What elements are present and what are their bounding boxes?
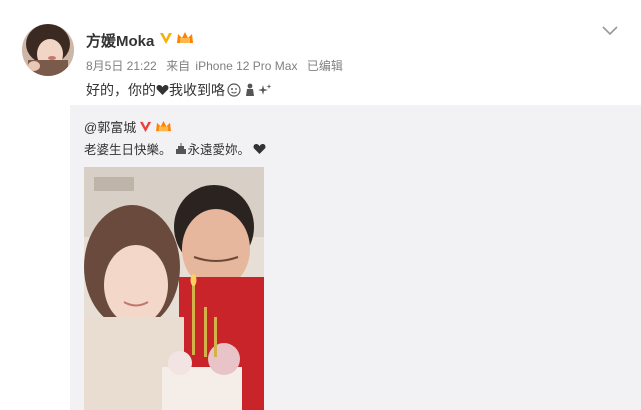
repost-author-line: @郭富城	[84, 117, 172, 136]
post-meta: 8月5日 21:22 来自 iPhone 12 Pro Max 已编辑	[86, 57, 349, 74]
heart-icon	[156, 85, 169, 95]
cake-icon	[175, 143, 186, 154]
wink-emoji-icon	[227, 83, 241, 97]
heart-icon	[253, 143, 266, 154]
post-timestamp[interactable]: 8月5日 21:22	[86, 59, 157, 73]
post-text: 好的，你的 我收到咯	[86, 80, 272, 100]
crown-vip-icon[interactable]	[176, 31, 194, 45]
chevron-down-icon[interactable]	[602, 26, 618, 36]
cake-photo	[84, 167, 264, 410]
repost-text-tail: 永遠愛妳。	[187, 143, 251, 157]
post-text-main: 好的，你的	[86, 82, 156, 98]
repost-text-main: 老婆生日快樂。	[84, 143, 172, 157]
verified-v-icon	[160, 33, 172, 44]
avatar[interactable]	[22, 24, 74, 76]
weibo-post: 方媛Moka 8月5日 21:22 来自 iPhone 12 Pro Max 已…	[0, 0, 641, 410]
avatar-image	[22, 24, 74, 76]
repost-photo[interactable]	[84, 167, 264, 410]
source-device[interactable]: iPhone 12 Pro Max	[195, 59, 297, 73]
repost-text: 老婆生日快樂。 永遠愛妳。	[84, 139, 266, 158]
repost-author[interactable]: @郭富城	[84, 117, 136, 136]
sparkles-icon	[258, 84, 272, 95]
person-icon	[246, 83, 254, 96]
post-text-tail: 我收到咯	[169, 82, 225, 98]
repost-card[interactable]: @郭富城 老婆生日快樂。 永遠愛妳。	[70, 105, 641, 410]
crown-vip-icon[interactable]	[155, 120, 172, 133]
source-prefix: 来自	[166, 59, 191, 73]
edited-label[interactable]: 已编辑	[307, 59, 343, 73]
username[interactable]: 方媛Moka	[86, 30, 154, 51]
verified-v-icon	[140, 121, 152, 133]
